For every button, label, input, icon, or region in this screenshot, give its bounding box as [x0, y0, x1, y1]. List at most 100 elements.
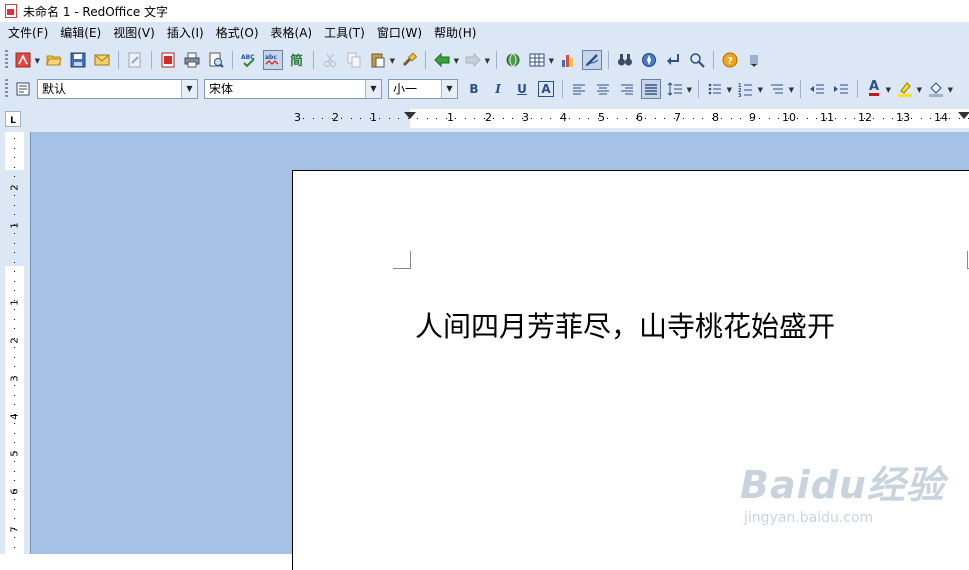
ruler-label: 4 [560, 111, 567, 124]
first-line-indent-marker[interactable] [404, 112, 416, 119]
paragraph-style-select[interactable]: 默认 ▼ [37, 78, 198, 99]
menu-table[interactable]: 表格(A) [265, 22, 319, 45]
nonprinting-characters-button[interactable] [663, 50, 683, 70]
ruler-label: 14 [934, 111, 948, 124]
menu-tools[interactable]: 工具(T) [318, 22, 371, 45]
ruler-tick [712, 118, 713, 119]
justify-button[interactable] [641, 78, 661, 99]
menu-window[interactable]: 窗口(W) [371, 22, 428, 45]
ruler-tick [588, 118, 589, 119]
print-button[interactable] [182, 50, 202, 70]
ruler-label: 7 [9, 526, 21, 533]
ruler-tick [731, 118, 732, 119]
open-button[interactable] [44, 50, 64, 70]
print-preview-button[interactable] [206, 50, 226, 70]
chevron-down-icon[interactable]: ▼ [441, 79, 457, 98]
decrease-indent-button[interactable] [807, 79, 827, 99]
insert-table-button[interactable]: ▼ [527, 50, 554, 70]
document-text[interactable]: 人间四月芳菲尽，山寺桃花始盛开 [415, 305, 835, 345]
magnifier-icon [690, 52, 705, 68]
horizontal-ruler[interactable]: 3 2 1 1 2 3 4 5 6 7 8 9 10 11 12 13 14 [292, 109, 969, 128]
menu-format[interactable]: 格式(O) [210, 22, 265, 45]
chinese-conversion-button[interactable]: 简 [287, 50, 307, 70]
ruler-tick [14, 338, 15, 339]
edit-file-button[interactable] [125, 50, 145, 70]
toolbar-grip[interactable] [5, 78, 8, 99]
export-pdf-button[interactable] [158, 50, 178, 70]
ruler-tick [351, 118, 352, 119]
align-center-button[interactable] [593, 79, 613, 99]
help-button[interactable]: ? [720, 50, 740, 70]
numbering-button[interactable]: 123 ▼ [736, 79, 763, 99]
ruler-label: 7 [674, 111, 681, 124]
toolbar-grip[interactable] [5, 49, 8, 70]
copy-button[interactable] [344, 50, 364, 70]
ruler-label: 3 [294, 111, 301, 124]
tab-stop-type-button[interactable]: L [5, 111, 21, 127]
ruler-tick [902, 118, 903, 119]
ruler-tick [14, 281, 15, 282]
toolbar-separator [151, 50, 152, 69]
background-color-button[interactable]: ▼ [926, 79, 953, 99]
formatting-toolbar: 默认 ▼ 宋体 ▼ 小一 ▼ B I U A ▼ ▼ 123 ▼ ▼ A ▼ ▼… [0, 74, 969, 103]
toolbar-overflow-button[interactable] [744, 50, 764, 70]
menu-view[interactable]: 视图(V) [107, 22, 161, 45]
ruler-tick [826, 118, 827, 119]
line-spacing-button[interactable]: ▼ [665, 79, 692, 99]
new-document-button[interactable]: ▼ [13, 50, 40, 70]
ruler-tick [14, 319, 15, 320]
increase-indent-button[interactable] [831, 79, 851, 99]
paste-button[interactable]: ▼ [368, 50, 395, 70]
menu-edit[interactable]: 编辑(E) [54, 22, 107, 45]
toolbar-separator [562, 79, 563, 98]
highlight-button[interactable]: ▼ [895, 79, 922, 99]
svg-text:简: 简 [290, 53, 303, 68]
underline-button[interactable]: U [512, 79, 532, 99]
save-button[interactable] [68, 50, 88, 70]
insert-chart-button[interactable] [558, 50, 578, 70]
ruler-tick [14, 528, 15, 529]
ruler-tick [550, 118, 551, 119]
menu-file[interactable]: 文件(F) [2, 22, 54, 45]
toolbar-separator [713, 50, 714, 69]
cut-button[interactable] [320, 50, 340, 70]
ruler-tick [14, 395, 15, 396]
menu-help[interactable]: 帮助(H) [428, 22, 482, 45]
hyperlink-button[interactable] [503, 50, 523, 70]
ruler-tick [408, 118, 409, 119]
bullets-button[interactable]: ▼ [705, 79, 732, 99]
font-color-button[interactable]: A ▼ [864, 79, 891, 99]
stylist-button[interactable] [13, 79, 33, 99]
zoom-button[interactable] [687, 50, 707, 70]
undo-button[interactable]: ▼ [432, 50, 459, 70]
ruler-label: 6 [636, 111, 643, 124]
chevron-down-icon[interactable]: ▼ [181, 79, 197, 98]
vertical-ruler[interactable]: 2 1 1 2 3 4 5 6 7 [5, 132, 24, 554]
email-button[interactable] [92, 50, 112, 70]
ruler-tick [14, 376, 15, 377]
spellcheck-button[interactable]: ABC [239, 50, 259, 70]
bold-button[interactable]: B [464, 79, 484, 99]
show-draw-functions-button[interactable] [582, 49, 602, 70]
redo-button[interactable]: ▼ [463, 50, 490, 70]
font-size-select[interactable]: 小一 ▼ [388, 78, 458, 99]
menu-insert[interactable]: 插入(I) [161, 22, 210, 45]
auto-spellcheck-button[interactable]: abc [263, 49, 283, 70]
outline-list-button[interactable]: ▼ [767, 79, 794, 99]
font-name-select[interactable]: 宋体 ▼ [204, 78, 382, 99]
chevron-down-icon[interactable]: ▼ [365, 79, 381, 98]
ruler-tick [655, 118, 656, 119]
align-right-button[interactable] [617, 79, 637, 99]
format-paintbrush-button[interactable] [399, 50, 419, 70]
ruler-tick [721, 118, 722, 119]
ruler-tick [873, 118, 874, 119]
italic-button[interactable]: I [488, 79, 508, 99]
navigator-button[interactable] [639, 50, 659, 70]
find-replace-button[interactable] [615, 50, 635, 70]
toolbar-separator [425, 50, 426, 69]
outline-list-icon [771, 84, 783, 93]
align-left-button[interactable] [569, 79, 589, 99]
shadow-button[interactable]: A [538, 80, 554, 97]
ruler-tick [845, 118, 846, 119]
ruler-tick [14, 148, 15, 149]
